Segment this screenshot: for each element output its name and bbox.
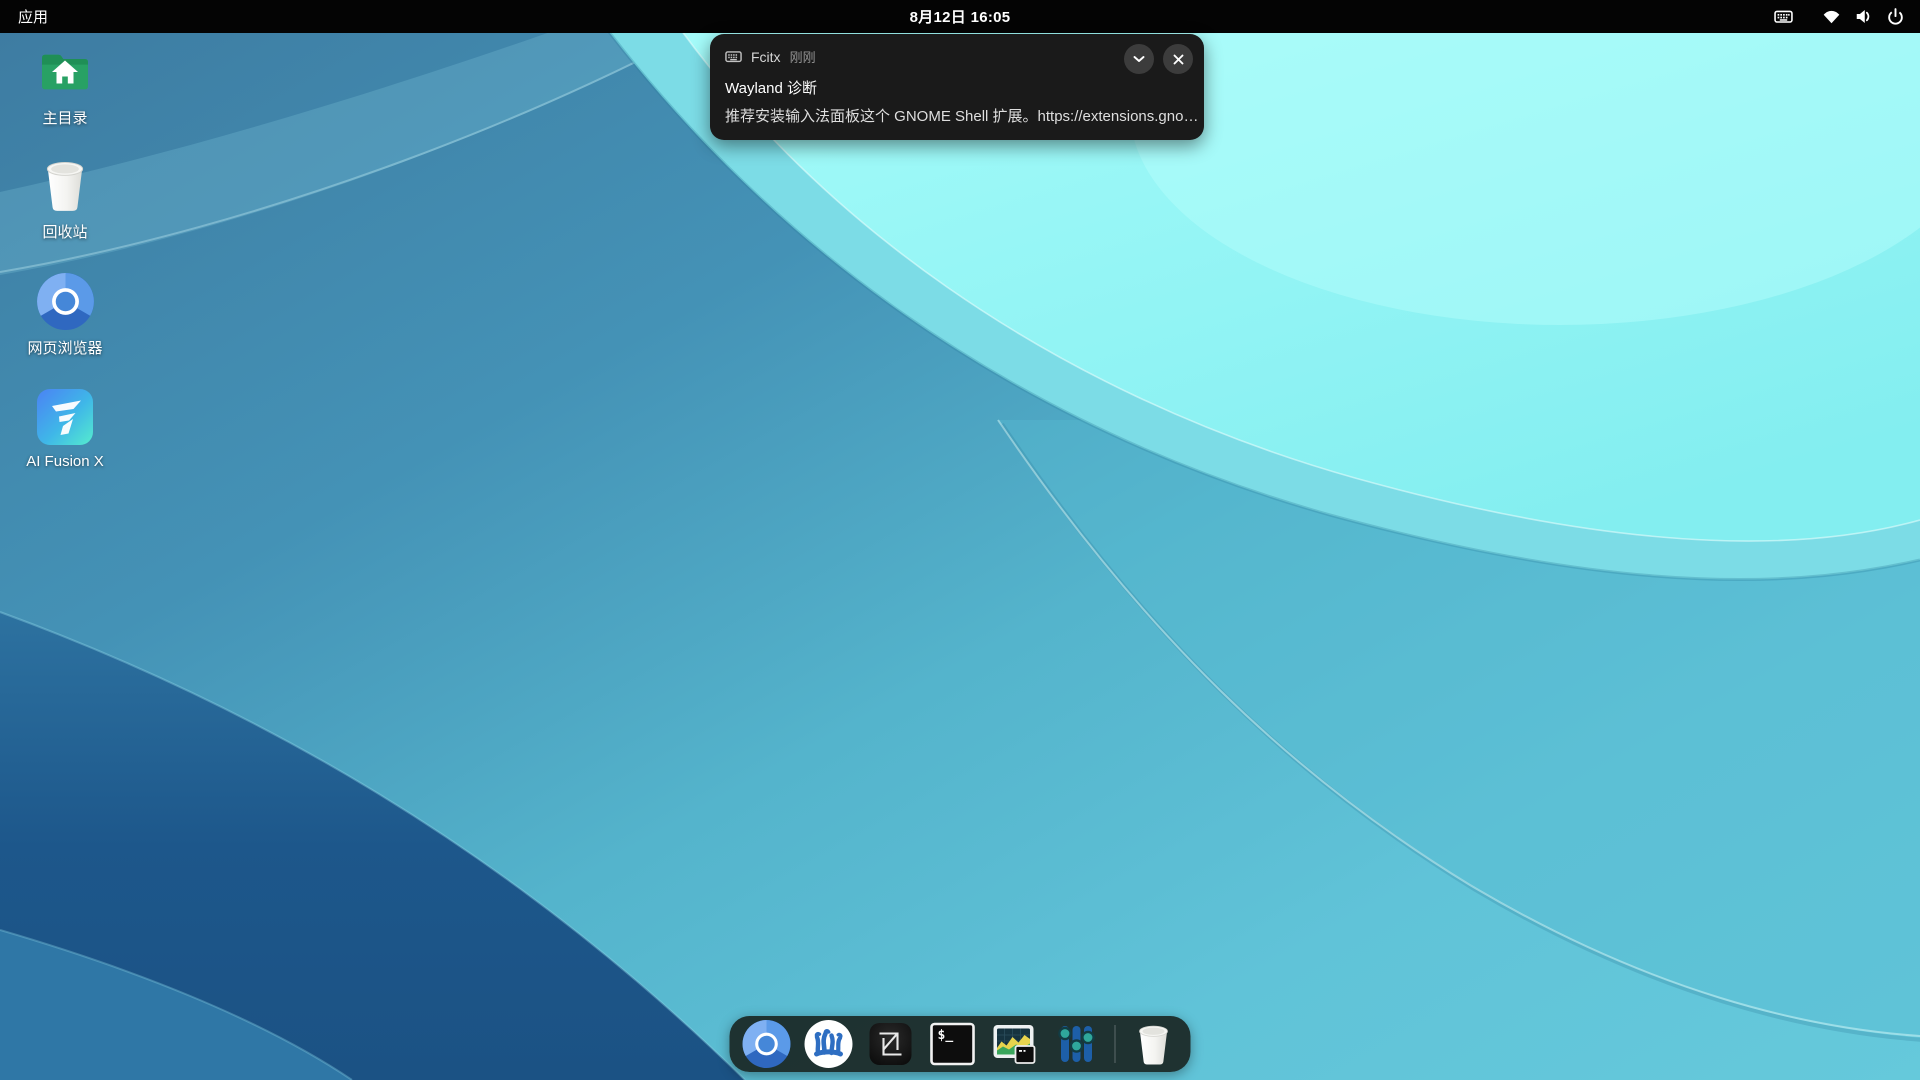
desktop-icon-ai-fusion-x[interactable]: AI Fusion X bbox=[4, 386, 126, 470]
top-bar: 应用 8月12日 16:05 bbox=[0, 0, 1920, 33]
dock-item-zed-editor[interactable] bbox=[867, 1020, 915, 1068]
desktop-wallpaper bbox=[0, 0, 1920, 1080]
desktop-icon-label: 主目录 bbox=[42, 107, 87, 128]
desktop-icon-label: AI Fusion X bbox=[26, 453, 104, 470]
trash-icon bbox=[1133, 1021, 1175, 1067]
status-area bbox=[1772, 6, 1920, 28]
volume-icon bbox=[1852, 6, 1874, 28]
dock-item-trash[interactable] bbox=[1130, 1020, 1178, 1068]
clock-label: 8月12日 16:05 bbox=[910, 9, 1011, 26]
trash-bin-icon bbox=[40, 154, 90, 216]
desktop-icon-label: 网页浏览器 bbox=[27, 337, 102, 358]
activities-button[interactable]: 应用 bbox=[0, 0, 66, 33]
notification-app-name: Fcitx bbox=[751, 49, 781, 65]
dock-item-coral-app[interactable] bbox=[805, 1020, 853, 1068]
wifi-icon bbox=[1820, 6, 1842, 28]
power-icon bbox=[1884, 6, 1906, 28]
notification-collapse-button[interactable] bbox=[1124, 44, 1154, 74]
notification-time: 刚刚 bbox=[790, 47, 816, 66]
notification-close-button[interactable] bbox=[1163, 44, 1193, 74]
chromium-icon bbox=[743, 1020, 791, 1068]
notification-popup[interactable]: Fcitx 刚刚 Wayland 诊断 推荐安装输入法面板这个 GNOME Sh… bbox=[710, 34, 1204, 140]
desktop-icon-trash[interactable]: 回收站 bbox=[4, 154, 126, 242]
keyboard-icon[interactable] bbox=[1772, 6, 1794, 28]
ai-fusion-x-icon bbox=[36, 386, 94, 448]
terminal-icon: $_ bbox=[930, 1022, 976, 1066]
dock-item-terminal[interactable]: $_ bbox=[929, 1020, 977, 1068]
desktop-icon-label: 回收站 bbox=[42, 221, 87, 242]
desktop-icon-browser[interactable]: 网页浏览器 bbox=[4, 270, 126, 358]
keyboard-icon bbox=[725, 48, 742, 65]
home-folder-icon bbox=[36, 40, 94, 102]
coral-icon bbox=[805, 1020, 853, 1068]
dock-item-chromium[interactable] bbox=[743, 1020, 791, 1068]
dock-item-tweaks[interactable] bbox=[1053, 1020, 1101, 1068]
dock: $_ bbox=[730, 1016, 1191, 1072]
tweaks-icon bbox=[1054, 1020, 1100, 1068]
activities-label: 应用 bbox=[18, 6, 48, 27]
terminal-prompt-glyph: $_ bbox=[938, 1028, 954, 1043]
chromium-icon bbox=[37, 270, 94, 332]
notification-body: 推荐安装输入法面板这个 GNOME Shell 扩展。https://exten… bbox=[710, 98, 1204, 126]
system-menu[interactable] bbox=[1820, 6, 1906, 28]
system-monitor-icon bbox=[991, 1021, 1039, 1067]
dock-item-system-monitor[interactable] bbox=[991, 1020, 1039, 1068]
wallpaper-art bbox=[0, 0, 1920, 1080]
chevron-down-icon bbox=[1133, 55, 1145, 63]
close-icon bbox=[1173, 54, 1184, 65]
zed-icon bbox=[868, 1021, 914, 1067]
dock-separator bbox=[1115, 1025, 1116, 1063]
desktop-icon-home[interactable]: 主目录 bbox=[4, 40, 126, 128]
clock-button[interactable]: 8月12日 16:05 bbox=[910, 6, 1011, 27]
